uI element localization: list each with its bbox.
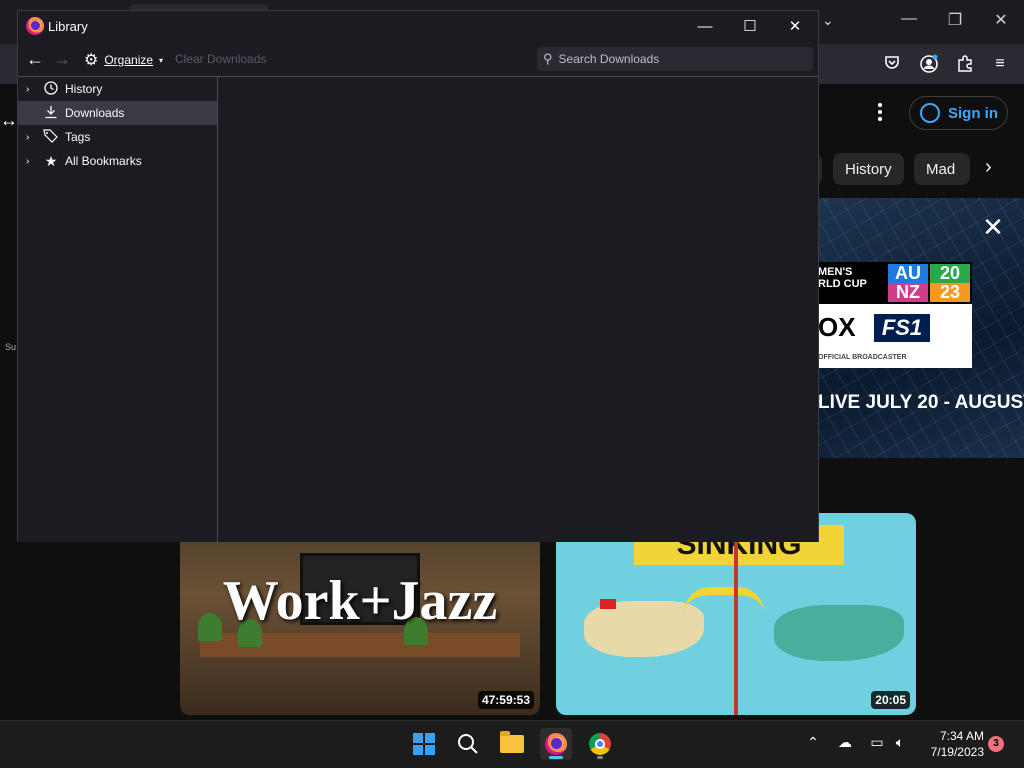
notification-badge[interactable]: 3	[988, 736, 1004, 752]
sunken-land-graphic	[774, 605, 904, 661]
gear-icon: ⚙	[84, 52, 99, 69]
volume-icon[interactable]: 🔈︎	[891, 734, 909, 751]
year-bottom: 23	[930, 283, 970, 302]
sign-in-button[interactable]: Sign in	[909, 96, 1008, 130]
world-cup-logo: MEN'S RLD CUP AU NZ 20 23 OX FS1 OFFICIA…	[818, 262, 972, 368]
fox-logo: OX	[818, 312, 856, 342]
user-avatar-icon	[920, 103, 940, 123]
clock-icon	[42, 80, 60, 98]
tree-item-label: All Bookmarks	[65, 154, 142, 168]
sign-in-label: Sign in	[948, 104, 998, 122]
search-downloads-field[interactable]: ⚲	[537, 47, 813, 71]
firefox-icon	[26, 17, 44, 35]
tree-item-downloads[interactable]: Downloads	[18, 101, 217, 125]
chevron-up-icon[interactable]: ⌃	[804, 734, 822, 751]
chip-mad[interactable]: Mad	[914, 153, 970, 185]
sidebar-text: Su	[5, 342, 17, 352]
organize-button[interactable]: ⚙ Organize ▾	[84, 50, 163, 70]
aunz-nz: NZ	[888, 283, 928, 302]
tree-item-tags[interactable]: › Tags	[18, 125, 217, 149]
video-thumbnail[interactable]: SINKING 20:05	[556, 513, 916, 715]
account-icon[interactable]	[919, 54, 939, 74]
search-input[interactable]	[558, 52, 799, 66]
tab-list-chevron-icon[interactable]: ⌄	[822, 12, 834, 29]
close-icon[interactable]: ✕	[780, 15, 810, 39]
back-arrow-icon[interactable]: ←	[24, 48, 46, 70]
tree-item-label: Tags	[65, 130, 91, 144]
chip-history[interactable]: History	[833, 153, 904, 185]
video-duration: 20:05	[871, 691, 910, 709]
more-options-icon[interactable]	[870, 100, 890, 126]
live-dates-text: LIVE JULY 20 - AUGUST 2	[818, 392, 1024, 413]
forward-arrow-icon[interactable]: →	[51, 48, 73, 70]
folder-icon	[500, 731, 524, 753]
flag-icon	[600, 599, 616, 609]
downloads-list[interactable]	[218, 76, 818, 542]
chevron-right-icon[interactable]: ›	[26, 156, 36, 167]
search-icon: ⚲	[543, 51, 553, 66]
minimize-icon[interactable]: —	[897, 10, 921, 28]
divider-line	[734, 513, 738, 715]
clock-time: 7:34 AM	[939, 729, 984, 743]
tree-item-label: History	[65, 82, 103, 96]
video-duration: 47:59:53	[477, 691, 534, 709]
resize-cursor-icon: ↔	[0, 110, 18, 130]
extensions-icon[interactable]	[955, 54, 975, 74]
organize-label: Organize	[104, 53, 154, 67]
chevron-down-icon: ▾	[159, 55, 164, 65]
arrow-graphic	[684, 587, 764, 613]
cloud-offline-icon[interactable]: ☁	[836, 734, 854, 751]
tree-item-label: Downloads	[65, 106, 125, 120]
tree-item-all-bookmarks[interactable]: › ★ All Bookmarks	[18, 149, 217, 173]
chrome-taskbar-button[interactable]	[584, 728, 616, 760]
world-cup-text: MEN'S RLD CUP	[818, 266, 867, 290]
library-window: Library — ☐ ✕ ← → ⚙ Organize ▾ Clear Dow…	[17, 10, 819, 542]
chevron-right-icon[interactable]: ›	[26, 132, 36, 143]
windows-icon	[413, 733, 435, 755]
clear-downloads-button[interactable]: Clear Downloads	[175, 52, 266, 66]
search-icon	[458, 734, 478, 754]
aunz-au: AU	[888, 264, 928, 283]
thumbnail-title: Work+Jazz	[222, 570, 498, 632]
chevron-right-icon[interactable]: ›	[985, 156, 992, 179]
chevron-right-icon[interactable]: ›	[26, 84, 36, 95]
pocket-icon[interactable]	[882, 54, 902, 74]
download-icon	[42, 105, 60, 122]
star-icon: ★	[44, 152, 58, 169]
library-title-bar[interactable]: Library — ☐ ✕	[18, 11, 818, 42]
menu-icon[interactable]: ≡	[990, 54, 1010, 74]
library-tree: › History Downloads › Tags › ★ All Bookm…	[18, 76, 218, 542]
tag-icon	[42, 128, 60, 146]
window-title: Library	[48, 19, 88, 34]
search-button[interactable]	[452, 728, 484, 760]
network-icon[interactable]: ▭	[868, 734, 886, 751]
year-top: 20	[930, 264, 970, 283]
firefox-taskbar-button[interactable]	[540, 728, 572, 760]
fs1-logo: FS1	[874, 314, 930, 342]
close-ad-icon[interactable]: ✕	[978, 212, 1008, 242]
maximize-icon[interactable]: ☐	[735, 15, 765, 39]
restore-icon[interactable]: ❐	[943, 10, 967, 30]
video-thumbnail[interactable]: Work+Jazz 47:59:53	[180, 513, 540, 715]
library-toolbar: ← → ⚙ Organize ▾ Clear Downloads ⚲	[18, 42, 818, 76]
chrome-icon	[589, 733, 611, 755]
close-icon[interactable]: ✕	[989, 10, 1013, 30]
firefox-icon	[545, 733, 567, 755]
tree-item-history[interactable]: › History	[18, 77, 217, 101]
file-explorer-button[interactable]	[496, 728, 528, 760]
clock-date: 7/19/2023	[930, 745, 984, 759]
broadcaster-text: OFFICIAL BROADCASTER	[818, 354, 907, 361]
start-button[interactable]	[408, 728, 440, 760]
minimize-icon[interactable]: —	[690, 15, 720, 39]
taskbar-clock[interactable]: 7:34 AM 7/19/2023	[922, 728, 984, 760]
